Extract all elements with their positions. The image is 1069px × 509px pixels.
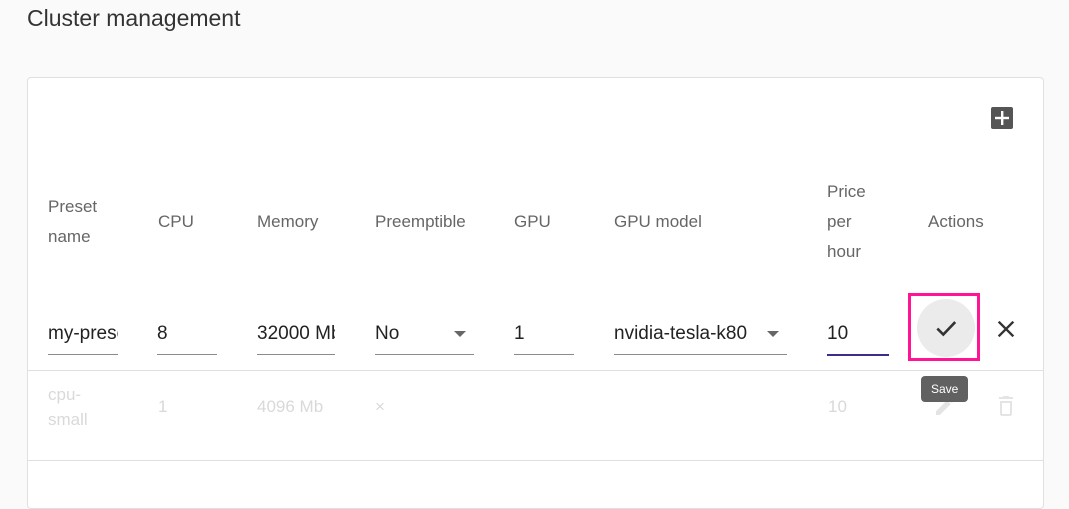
save-tooltip: Save bbox=[921, 376, 969, 402]
preset-name-cell: cpu- small bbox=[48, 385, 88, 429]
memory-input[interactable] bbox=[257, 314, 335, 354]
preset-name-field[interactable] bbox=[48, 314, 118, 355]
preemptible-cell: × bbox=[375, 397, 385, 416]
trash-icon bbox=[999, 396, 1013, 416]
price-field[interactable] bbox=[827, 314, 889, 356]
gpu-model-value: nvidia-tesla-k80 bbox=[614, 323, 748, 344]
column-header-memory: Memory bbox=[257, 212, 319, 231]
save-button[interactable] bbox=[917, 299, 975, 357]
cpu-cell: 1 bbox=[158, 397, 168, 416]
cancel-button[interactable] bbox=[992, 315, 1020, 343]
memory-field[interactable] bbox=[257, 314, 335, 355]
memory-cell: 4096 Mb bbox=[257, 397, 324, 416]
dropdown-arrow-icon bbox=[767, 331, 779, 337]
preemptible-value: No bbox=[375, 323, 400, 344]
column-header-cpu: CPU bbox=[158, 212, 194, 231]
price-cell: 10 bbox=[828, 397, 847, 416]
cpu-field[interactable] bbox=[157, 314, 217, 355]
page-title: Cluster management bbox=[27, 5, 241, 31]
close-icon bbox=[997, 320, 1015, 338]
gpu-input[interactable] bbox=[514, 314, 574, 354]
delete-button[interactable] bbox=[994, 394, 1018, 423]
cluster-presets-card: Preset name CPU Memory Preemptible GPU G… bbox=[27, 77, 1044, 509]
preemptible-select[interactable]: No bbox=[375, 314, 474, 355]
column-header-gpu: GPU bbox=[514, 212, 551, 231]
cpu-input[interactable] bbox=[157, 314, 217, 354]
price-input[interactable] bbox=[827, 314, 889, 354]
preset-name-input[interactable] bbox=[48, 314, 118, 354]
table-row: cpu- small 1 4096 Mb × 10 bbox=[28, 370, 1043, 461]
gpu-field[interactable] bbox=[514, 314, 574, 355]
check-icon bbox=[936, 321, 957, 337]
edit-table-row: No nvidia-tesla-k80 bbox=[28, 284, 1043, 371]
gpu-model-select[interactable]: nvidia-tesla-k80 bbox=[614, 314, 787, 355]
column-header-preset-name: Preset name bbox=[48, 197, 98, 246]
column-header-actions: Actions bbox=[928, 212, 984, 231]
column-header-price-per-hour: Price per hour bbox=[827, 182, 866, 261]
column-header-gpu-model: GPU model bbox=[614, 212, 702, 231]
column-header-preemptible: Preemptible bbox=[375, 212, 466, 231]
dropdown-arrow-icon bbox=[454, 331, 466, 337]
